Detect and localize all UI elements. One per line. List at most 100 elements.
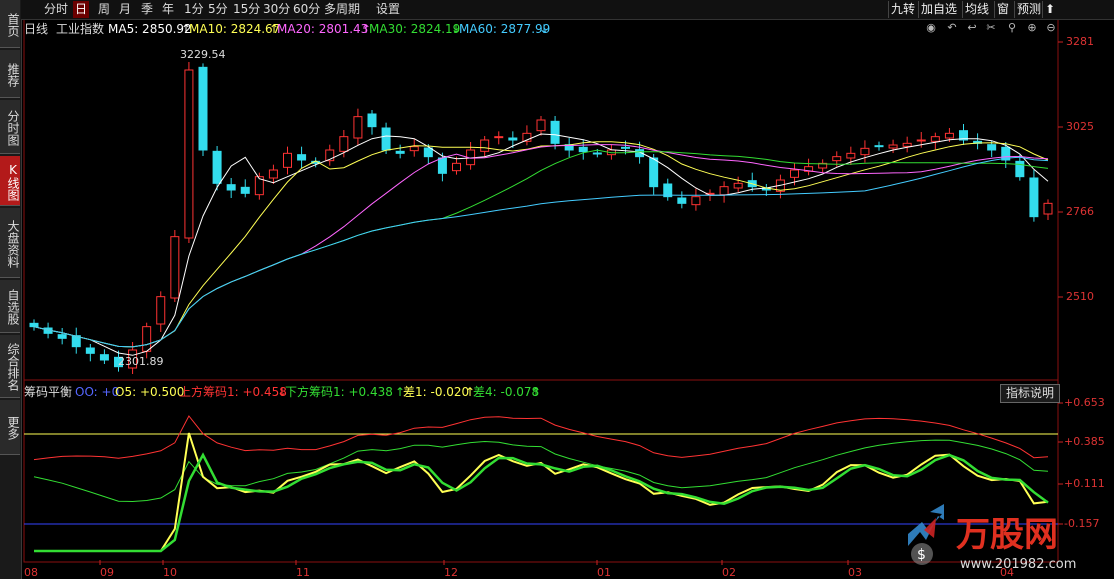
indicator-legend-2: 上方筹码1: +0.458	[179, 385, 287, 399]
indicator-legend-arrow-5: ↑	[531, 385, 542, 399]
period-tab-8[interactable]: 15分	[233, 1, 260, 18]
period-tab-6[interactable]: 1分	[184, 1, 204, 18]
svg-text:$: $	[917, 547, 926, 563]
candle-body	[719, 186, 729, 196]
period-tab-12[interactable]: 设置	[376, 1, 400, 18]
candle-body	[283, 152, 292, 168]
candle-body	[99, 354, 109, 361]
kline-chart[interactable]	[0, 0, 1114, 579]
candle-body	[578, 146, 588, 153]
eye-icon[interactable]: ◉	[925, 22, 937, 34]
link-icon[interactable]: ⚲	[1006, 22, 1018, 34]
toolbar-right-button-1[interactable]: 加自选	[918, 1, 959, 18]
indicator-legend-4: 差1: -0.020	[403, 385, 470, 399]
zoom-in-icon[interactable]: ⊕	[1026, 22, 1038, 34]
ma-legend-1: MA10: 2824.67	[189, 22, 281, 36]
left-nav-item-6[interactable]: 综合排名	[0, 335, 20, 398]
month-tick-label: 02	[722, 566, 736, 579]
candles	[29, 62, 1053, 374]
left-nav-item-1[interactable]: 推荐	[0, 50, 20, 98]
candle-body	[339, 136, 349, 152]
svg-text:万股网: 万股网	[956, 515, 1058, 555]
candle-body	[240, 186, 250, 194]
left-nav-item-3[interactable]: K线图	[0, 156, 20, 206]
instrument-name: 工业指数	[56, 22, 105, 36]
candle-body	[142, 326, 152, 352]
period-tab-2[interactable]: 周	[98, 1, 110, 18]
candle-body	[367, 113, 377, 128]
candle-body	[226, 184, 236, 191]
candle-body	[1029, 177, 1039, 218]
toolbar-right-button-3[interactable]: 窗	[994, 1, 1011, 18]
period-tab-10[interactable]: 60分	[293, 1, 320, 18]
candle-body	[649, 157, 659, 188]
period-label: 日线	[24, 22, 49, 36]
candle-body	[268, 169, 278, 179]
period-tab-11[interactable]: 多周期	[324, 1, 360, 18]
candle-body	[536, 119, 546, 132]
return-icon[interactable]: ↩	[966, 22, 978, 34]
price-tick-label: 3281	[1066, 35, 1094, 48]
candle-body	[621, 146, 630, 149]
period-tab-3[interactable]: 月	[119, 1, 131, 18]
candle-body	[508, 137, 518, 141]
indicator-legend-0: OO: +0	[75, 385, 120, 399]
zoom-out-icon[interactable]: ⊖	[1045, 22, 1057, 34]
month-tick-label: 03	[848, 566, 862, 579]
candle-body	[860, 147, 870, 156]
left-nav-item-0[interactable]: 首页	[0, 0, 20, 48]
period-tab-1[interactable]: 日	[73, 1, 90, 18]
undo-icon[interactable]: ↶	[946, 22, 958, 34]
period-tab-5[interactable]: 年	[162, 1, 174, 18]
indicator-explain-button[interactable]: 指标说明	[1000, 384, 1060, 403]
left-nav-item-7[interactable]: 更多	[0, 400, 20, 455]
period-tab-4[interactable]: 季	[141, 1, 153, 18]
collapse-arrow-icon[interactable]: ⬆	[1042, 1, 1057, 18]
indicator-legend-5: 差4: -0.078	[473, 385, 540, 399]
candle-body	[381, 127, 391, 151]
candle-body	[846, 152, 856, 159]
candle-body	[677, 197, 687, 204]
month-tick-label: 01	[597, 566, 611, 579]
candle-body	[29, 322, 39, 328]
candle-body	[297, 154, 307, 161]
toolbar-right-button-0[interactable]: 九转	[888, 1, 917, 18]
indicator-legend-1: O5: +0.500	[115, 385, 185, 399]
left-nav-item-2[interactable]: 分时图	[0, 100, 20, 154]
left-nav-item-5[interactable]: 自选股	[0, 280, 20, 333]
watermark-logo: $ 万股网 www.201982.com	[900, 504, 1105, 576]
ma-legend-arrow-4: ↓	[539, 22, 550, 36]
indicator-tick-label: +0.111	[1064, 477, 1105, 490]
candle-body	[832, 156, 842, 162]
ma-legend-0: MA5: 2850.92	[108, 22, 192, 36]
candle-body	[944, 132, 954, 139]
candle-body	[733, 182, 743, 189]
toolbar-right-button-4[interactable]: 预测	[1014, 1, 1043, 18]
scissors-icon[interactable]: ✂	[985, 22, 997, 34]
svg-text:www.201982.com: www.201982.com	[960, 557, 1076, 572]
candle-body	[494, 136, 504, 139]
candle-body	[902, 142, 912, 147]
ma-legend-3: MA30: 2824.19	[369, 22, 461, 36]
period-tab-7[interactable]: 5分	[208, 1, 228, 18]
candle-body	[409, 146, 419, 152]
candle-body	[916, 139, 926, 142]
month-tick-label: 12	[444, 566, 458, 579]
indicator-name: 筹码平衡	[24, 385, 73, 399]
candle-body	[198, 66, 208, 151]
candle-body	[170, 236, 180, 299]
candle-body	[691, 196, 701, 206]
candle-body	[874, 145, 884, 148]
month-tick-label: 08	[24, 566, 38, 579]
toolbar-right-button-2[interactable]: 均线	[962, 1, 991, 18]
period-tab-9[interactable]: 30分	[263, 1, 290, 18]
candle-body	[452, 162, 461, 172]
candle-body	[423, 147, 433, 158]
left-nav-item-4[interactable]: 大盘资料	[0, 208, 20, 278]
period-tab-0[interactable]: 分时	[44, 1, 68, 18]
price-tick-label: 3025	[1066, 120, 1094, 133]
candle-body	[395, 150, 405, 154]
candle-body	[85, 347, 95, 354]
diff4-line	[34, 452, 1049, 553]
candle-body	[550, 120, 560, 144]
